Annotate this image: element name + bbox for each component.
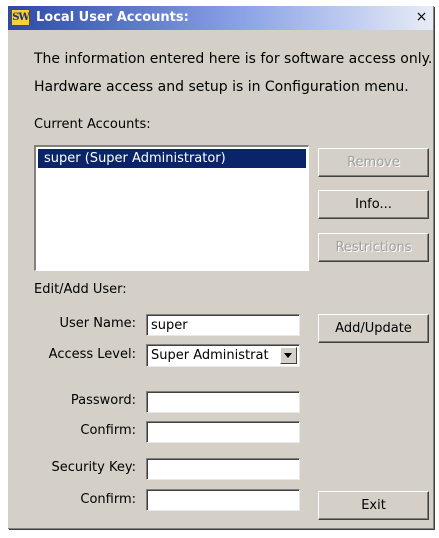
exit-button[interactable]: Exit — [318, 491, 429, 520]
window-title: Local User Accounts: — [36, 10, 189, 25]
add-update-button[interactable]: Add/Update — [318, 314, 429, 343]
confirm-security-key-label: Confirm: — [80, 492, 136, 507]
info-button[interactable]: Info... — [318, 190, 429, 219]
title-bar[interactable]: SW Local User Accounts: × — [8, 6, 433, 30]
list-item[interactable]: super (Super Administrator) — [38, 149, 306, 168]
current-accounts-label: Current Accounts: — [34, 117, 151, 132]
password-input[interactable] — [146, 391, 300, 413]
edit-add-user-label: Edit/Add User: — [34, 282, 127, 297]
security-key-input[interactable] — [146, 458, 300, 480]
access-level-label: Access Level: — [48, 347, 136, 362]
access-level-select[interactable]: Super Administrat — [146, 344, 300, 367]
security-key-label: Security Key: — [51, 460, 136, 475]
chevron-down-icon[interactable] — [280, 347, 297, 364]
username-input[interactable] — [146, 314, 300, 336]
access-level-value: Super Administrat — [151, 348, 269, 363]
confirm-password-label: Confirm: — [80, 423, 136, 438]
confirm-password-input[interactable] — [146, 421, 300, 443]
username-label: User Name: — [59, 316, 137, 331]
remove-button[interactable]: Remove — [318, 148, 429, 177]
info-text-line-2: Hardware access and setup is in Configur… — [34, 79, 409, 95]
dialog-window: SW Local User Accounts: × The informatio… — [8, 6, 434, 529]
confirm-security-key-input[interactable] — [146, 489, 300, 511]
close-icon[interactable]: × — [412, 9, 431, 26]
info-text-line-1: The information entered here is for soft… — [34, 51, 433, 67]
password-label: Password: — [70, 393, 136, 408]
accounts-listbox[interactable]: super (Super Administrator) — [34, 145, 309, 271]
app-logo-icon: SW — [11, 9, 30, 26]
restrictions-button[interactable]: Restrictions — [318, 233, 429, 262]
